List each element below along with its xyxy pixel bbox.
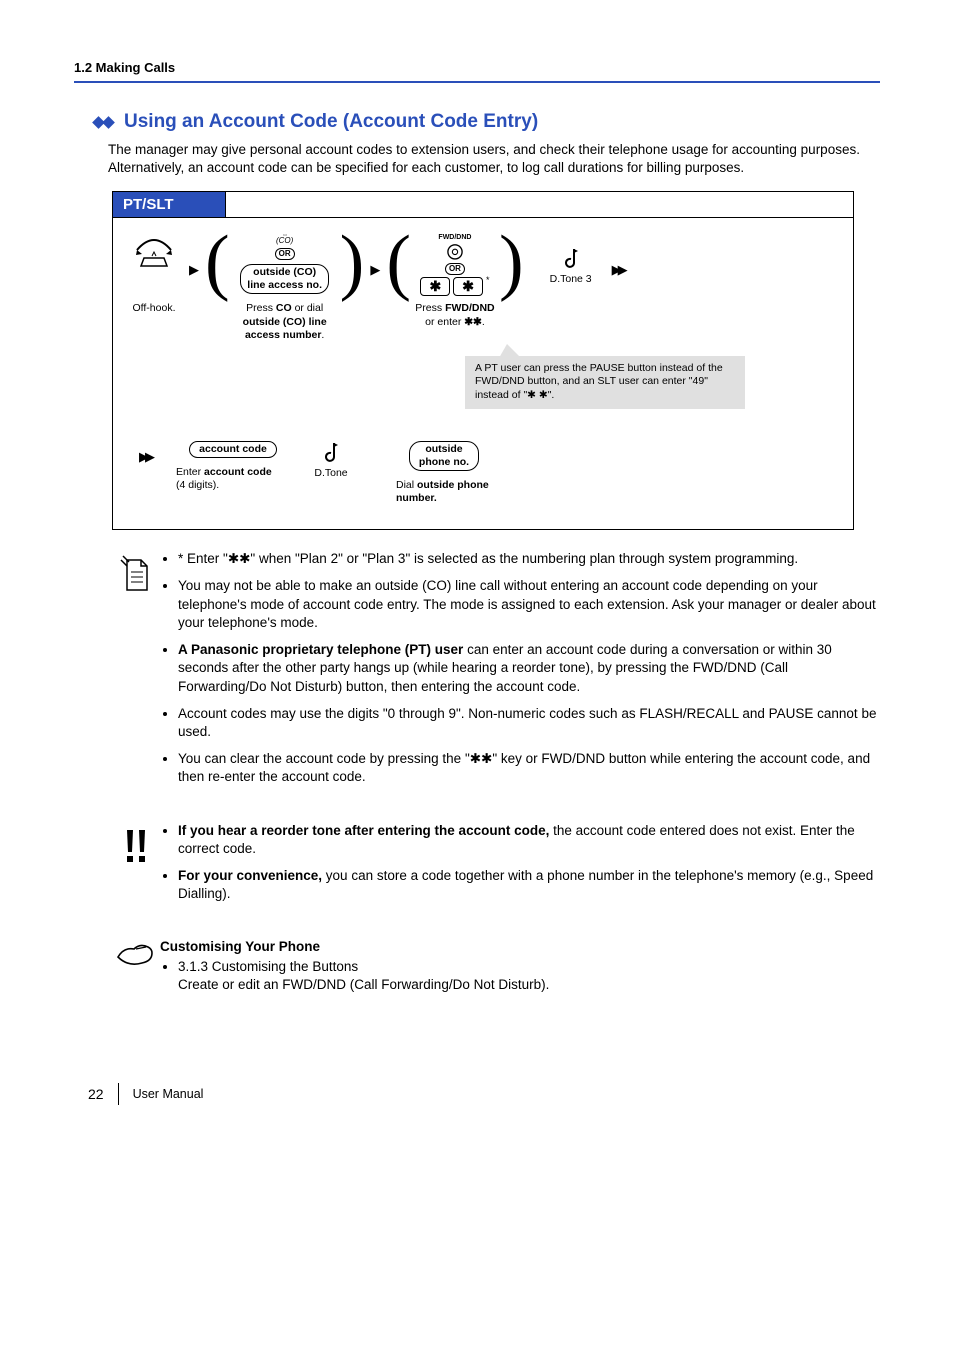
customise-icon bbox=[112, 939, 160, 1003]
list-item: * Enter "✱✱" when "Plan 2" or "Plan 3" i… bbox=[178, 550, 880, 568]
account-code-pill: account code bbox=[189, 441, 277, 458]
section-bullet-icon bbox=[94, 118, 118, 127]
step-caption: Off-hook. bbox=[133, 302, 176, 315]
arrow-icon: ▶ bbox=[370, 262, 380, 278]
offhook-icon bbox=[134, 234, 174, 296]
notes-list-1: * Enter "✱✱" when "Plan 2" or "Plan 3" i… bbox=[160, 550, 880, 786]
pill-text: outside (CO) bbox=[247, 266, 322, 279]
tone-label: D.Tone 3 bbox=[550, 273, 592, 286]
arrow-icon: ▶ bbox=[189, 262, 199, 278]
tone-icon bbox=[320, 439, 342, 465]
tone-icon bbox=[560, 245, 582, 271]
or-label: OR bbox=[275, 248, 295, 260]
page-footer: 22 User Manual bbox=[88, 1083, 880, 1105]
brace-icon: ) bbox=[340, 232, 365, 292]
star-key: ✱ bbox=[420, 277, 450, 297]
list-item: Account codes may use the digits "0 thro… bbox=[178, 705, 880, 741]
breadcrumb: 1.2 Making Calls bbox=[74, 60, 880, 83]
pill-text: outside bbox=[419, 443, 469, 456]
list-item: 3.1.3 Customising the Buttons Create or … bbox=[178, 958, 880, 994]
step-caption: Press FWD/DND or enter ✱✱. bbox=[415, 302, 494, 328]
procedure-diagram: PT/SLT Off-hook. ▶ ( bbox=[112, 191, 854, 530]
page-title: Using an Account Code (Account Code Entr… bbox=[124, 111, 538, 133]
list-item: A Panasonic proprietary telephone (PT) u… bbox=[178, 641, 880, 696]
list-item: If you hear a reorder tone after enterin… bbox=[178, 822, 880, 858]
callout-note: A PT user can press the PAUSE button ins… bbox=[465, 356, 745, 409]
fwddnd-button-icon bbox=[445, 243, 465, 261]
continue-arrow-icon: ▶▶ bbox=[139, 449, 151, 465]
or-label: OR bbox=[445, 263, 465, 275]
brace-icon: ) bbox=[499, 232, 524, 292]
notes-list-2: If you hear a reorder tone after enterin… bbox=[160, 822, 880, 904]
list-item: For your convenience, you can store a co… bbox=[178, 867, 880, 903]
continue-arrow-icon: ▶▶ bbox=[612, 262, 624, 278]
co-label: (CO) bbox=[276, 236, 293, 246]
list-item: You may not be able to make an outside (… bbox=[178, 577, 880, 632]
list-item: You can clear the account code by pressi… bbox=[178, 750, 880, 786]
diagram-tab: PT/SLT bbox=[113, 191, 226, 217]
step-caption: Press CO or dial outside (CO) line acces… bbox=[230, 302, 340, 341]
tone-label: D.Tone bbox=[314, 467, 347, 480]
pill-text: phone no. bbox=[419, 456, 469, 469]
footnote-marker: * bbox=[486, 275, 490, 286]
page-number: 22 bbox=[88, 1086, 104, 1102]
fwddnd-label: FWD/DND bbox=[438, 234, 471, 243]
important-icon bbox=[112, 822, 160, 913]
brace-icon: ( bbox=[386, 232, 411, 292]
footer-label: User Manual bbox=[133, 1087, 204, 1101]
pill-text: line access no. bbox=[247, 279, 322, 292]
step-caption: Enter account code (4 digits). bbox=[170, 466, 296, 492]
step-caption: Dial outside phone number. bbox=[382, 479, 506, 505]
customise-heading: Customising Your Phone bbox=[160, 939, 880, 954]
star-key: ✱ bbox=[453, 277, 483, 297]
note-icon bbox=[112, 550, 160, 795]
brace-icon: ( bbox=[205, 232, 230, 292]
intro-paragraph: The manager may give personal account co… bbox=[108, 141, 880, 177]
